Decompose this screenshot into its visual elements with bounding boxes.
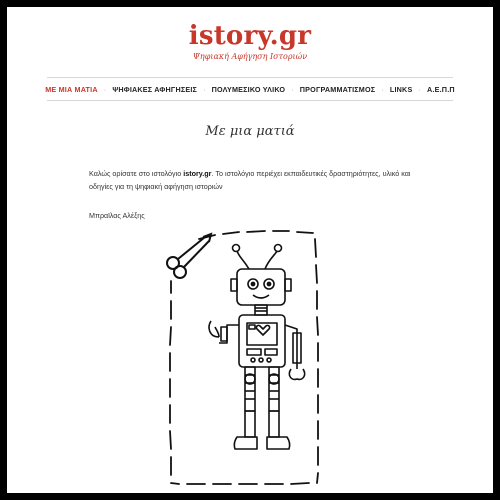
- nav-item-aepp[interactable]: Α.Ε.Π.Π: [423, 85, 459, 94]
- nav-item-psifiakes-afigiseis[interactable]: ΨΗΦΙΑΚΕΣ ΑΦΗΓΗΣΕΙΣ: [108, 85, 201, 94]
- page-frame: istory.gr Ψηφιακή Αφήγηση Ιστοριών ΜΕ ΜΙ…: [7, 7, 493, 493]
- site-tagline: Ψηφιακή Αφήγηση Ιστοριών: [192, 52, 308, 61]
- nav-item-links[interactable]: LINKS: [386, 85, 417, 94]
- nav-item-polymesiko-yliko[interactable]: ΠΟΛΥΜΕΣΙΚΟ ΥΛΙΚΟ: [208, 85, 290, 94]
- page-title: Με μια ματιά: [205, 124, 295, 139]
- intro-paragraph: Καλώς ορίσατε στο ιστολόγιο istory.gr. Τ…: [89, 167, 429, 193]
- author-signature: Μπραϊλας Αλέξης: [89, 211, 145, 220]
- nav-divider-bottom: [47, 100, 453, 101]
- scissors-icon: [166, 232, 213, 279]
- nav-item-programmatismos[interactable]: ΠΡΟΓΡΑΜΜΑΤΙΣΜΟΣ: [296, 85, 380, 94]
- main-nav: ΜΕ ΜΙΑ ΜΑΤΙΑ · ΨΗΦΙΑΚΕΣ ΑΦΗΓΗΣΕΙΣ · ΠΟΛΥ…: [45, 80, 454, 98]
- robot-figure: [208, 243, 306, 450]
- intro-site-name: istory.gr: [183, 169, 212, 178]
- robot-illustration: [166, 230, 319, 485]
- nav-separator: ·: [418, 84, 422, 94]
- nav-item-me-mia-matia[interactable]: ΜΕ ΜΙΑ ΜΑΤΙΑ: [41, 85, 102, 94]
- site-title[interactable]: istory.gr: [7, 21, 493, 51]
- nav-separator: ·: [103, 84, 107, 94]
- nav-separator: ·: [381, 84, 384, 94]
- nav-separator: ·: [203, 84, 206, 94]
- nav-separator: ·: [291, 84, 294, 94]
- intro-text-prefix: Καλώς ορίσατε στο ιστολόγιο: [89, 169, 184, 178]
- nav-divider-top: [47, 77, 453, 78]
